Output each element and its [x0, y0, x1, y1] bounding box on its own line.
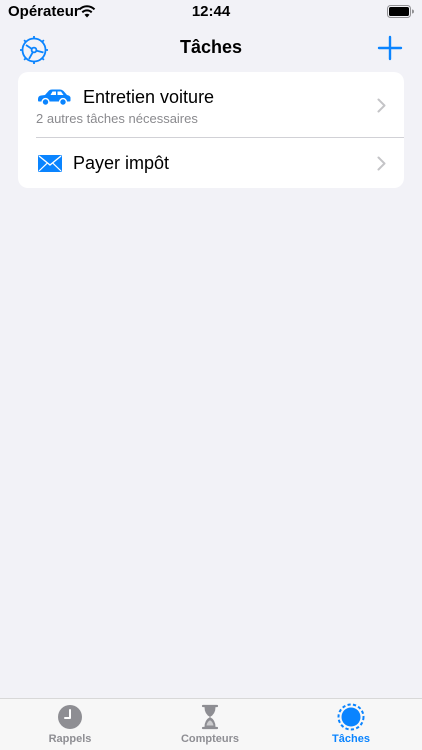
- task-row-payer-impot[interactable]: Payer impôt: [18, 138, 404, 188]
- tab-label: Tâches: [332, 733, 370, 745]
- tab-label: Compteurs: [180, 733, 240, 745]
- chevron-right-icon: [377, 98, 386, 118]
- car-icon: [36, 88, 72, 111]
- status-bar: Opérateur 12:44: [0, 0, 422, 24]
- task-list: Entretien voiture 2 autres tâches nécess…: [18, 72, 404, 188]
- tab-rappels[interactable]: Rappels: [20, 699, 120, 750]
- task-row-entretien-voiture[interactable]: Entretien voiture 2 autres tâches nécess…: [18, 72, 404, 138]
- task-title: Payer impôt: [73, 153, 170, 173]
- tab-taches[interactable]: Tâches: [301, 699, 401, 750]
- chevron-right-icon: [377, 156, 386, 176]
- task-subtitle: 2 autres tâches nécessaires: [36, 111, 198, 126]
- page-title: Tâches: [179, 37, 243, 57]
- hourglass-icon: [196, 703, 224, 736]
- envelope-icon: [38, 155, 62, 177]
- navigation-bar: Tâches: [0, 28, 422, 72]
- clock-icon: [56, 703, 84, 736]
- tab-label: Rappels: [48, 733, 92, 745]
- battery-icon: [387, 5, 414, 23]
- tab-compteurs[interactable]: Compteurs: [160, 699, 260, 750]
- plus-icon: [376, 35, 404, 66]
- status-time: 12:44: [191, 3, 231, 20]
- tab-bar: Rappels Compteurs Tâches: [0, 698, 422, 750]
- add-task-button[interactable]: [376, 34, 404, 62]
- task-circle-icon: [337, 703, 365, 736]
- task-title: Entretien voiture: [83, 87, 215, 107]
